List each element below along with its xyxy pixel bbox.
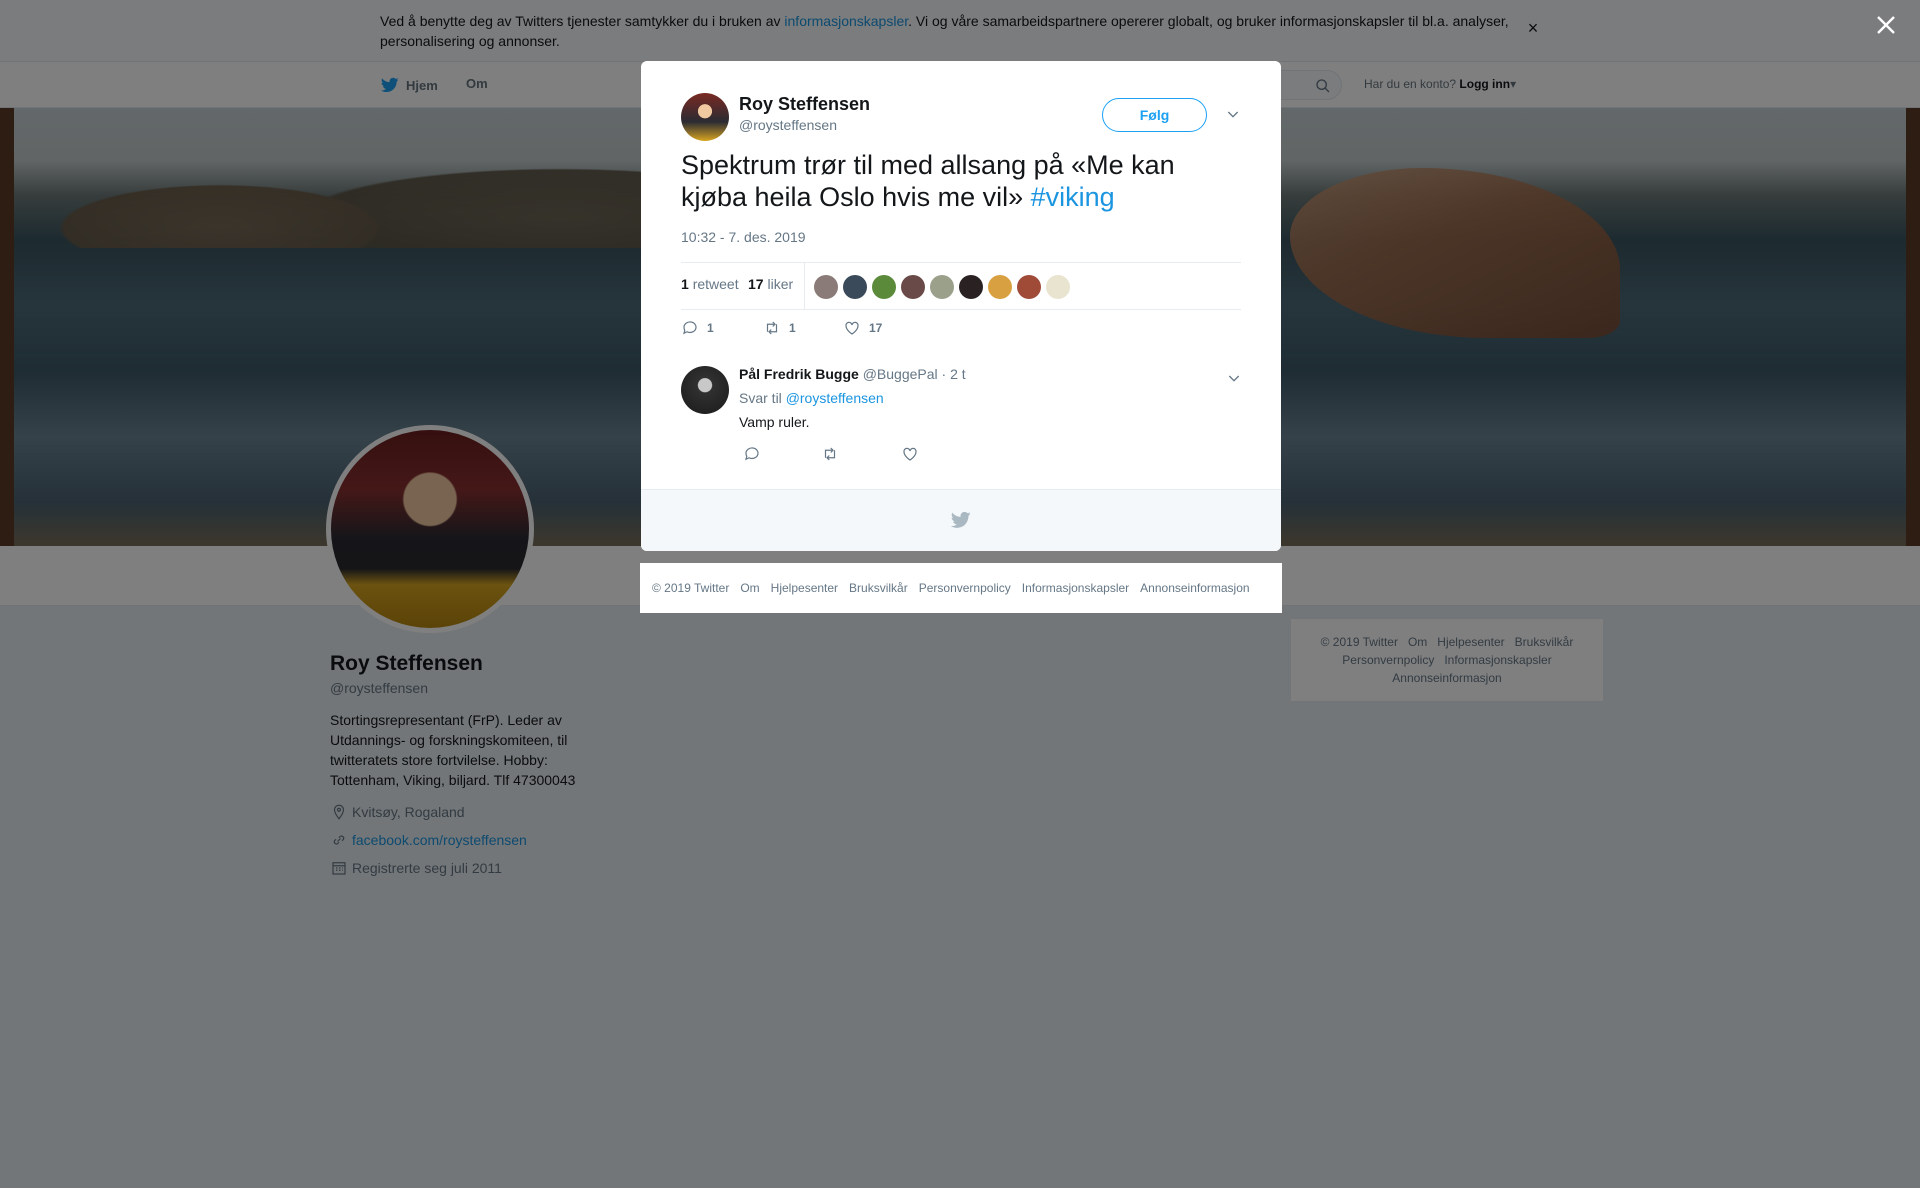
liker-avatar[interactable] — [843, 275, 867, 299]
reply-tweet[interactable]: Pål Fredrik Bugge @BuggePal · 2 t Svar t… — [681, 366, 1241, 476]
twitter-bird-icon — [951, 511, 971, 528]
hashtag-link[interactable]: #viking — [1031, 182, 1115, 212]
legal-link-terms[interactable]: Bruksvilkår — [849, 581, 908, 595]
reply-author-handle[interactable]: @BuggePal — [863, 366, 938, 382]
liker-avatar[interactable] — [872, 275, 896, 299]
like-count: 17 — [869, 321, 883, 335]
retweet-count: 1 — [789, 321, 796, 335]
retweet-stat[interactable]: 1 retweet — [681, 276, 739, 292]
reply-retweet-icon[interactable] — [821, 445, 839, 463]
legal-copyright: © 2019 Twitter — [652, 581, 730, 595]
reply-button[interactable]: 1 — [681, 319, 714, 337]
legal-link-about[interactable]: Om — [740, 581, 759, 595]
close-icon[interactable] — [1874, 13, 1898, 37]
liker-avatar[interactable] — [901, 275, 925, 299]
reply-time[interactable]: · 2 t — [942, 366, 966, 382]
legal-link-privacy[interactable]: Personvernpolicy — [919, 581, 1011, 595]
reply-author-name[interactable]: Pål Fredrik Bugge — [739, 366, 859, 382]
legal-footer: © 2019 Twitter Om Hjelpesenter Bruksvilk… — [640, 563, 1282, 613]
reply-header: Pål Fredrik Bugge @BuggePal · 2 t — [739, 366, 966, 382]
stats-divider — [804, 263, 805, 309]
reply-to-label: Svar til — [739, 390, 782, 406]
liker-avatar[interactable] — [1017, 275, 1041, 299]
retweet-stat-count: 1 — [681, 276, 689, 292]
tweet-stats: 1 retweet 17 liker — [681, 262, 1241, 310]
reply-count: 1 — [707, 321, 714, 335]
like-stat-count: 17 — [748, 276, 764, 292]
liker-avatar[interactable] — [930, 275, 954, 299]
heart-icon — [845, 321, 859, 335]
tweet-author-name[interactable]: Roy Steffensen — [739, 94, 870, 115]
follow-button[interactable]: Følg — [1102, 98, 1207, 132]
liker-avatar[interactable] — [988, 275, 1012, 299]
tweet-author-handle[interactable]: @roysteffensen — [739, 117, 837, 133]
reply-chevron-down-icon[interactable] — [1226, 370, 1242, 386]
tweet-timestamp[interactable]: 10:32 - 7. des. 2019 — [681, 229, 806, 245]
liker-avatar[interactable] — [814, 275, 838, 299]
retweet-icon — [766, 321, 778, 335]
legal-link-cookies[interactable]: Informasjonskapsler — [1022, 581, 1129, 595]
tweet-author-avatar[interactable] — [681, 93, 729, 141]
reply-to-handle-link[interactable]: @roysteffensen — [786, 390, 884, 406]
tweet-text: Spektrum trør til med allsang på «Me kan… — [681, 149, 1241, 213]
legal-link-ads[interactable]: Annonseinformasjon — [1140, 581, 1249, 595]
tweet-modal: Roy Steffensen @roysteffensen Følg Spekt… — [641, 61, 1281, 551]
reply-icon — [683, 321, 697, 335]
reply-heart-icon[interactable] — [901, 445, 919, 463]
reply-author-avatar[interactable] — [681, 366, 729, 414]
retweet-stat-label: retweet — [692, 276, 739, 292]
legal-link-help[interactable]: Hjelpesenter — [771, 581, 838, 595]
reply-to-line: Svar til @roysteffensen — [739, 390, 884, 406]
chevron-down-icon[interactable] — [1225, 106, 1241, 122]
reply-reply-icon[interactable] — [743, 445, 761, 463]
liker-avatar[interactable] — [1046, 275, 1070, 299]
like-stat-label: liker — [767, 276, 794, 292]
like-button[interactable]: 17 — [843, 319, 882, 337]
modal-footer — [641, 489, 1281, 551]
liker-avatar[interactable] — [959, 275, 983, 299]
retweet-button[interactable]: 1 — [763, 319, 796, 337]
reply-text: Vamp ruler. — [739, 414, 810, 430]
liker-avatars — [814, 275, 1070, 299]
like-stat[interactable]: 17 liker — [748, 276, 793, 292]
